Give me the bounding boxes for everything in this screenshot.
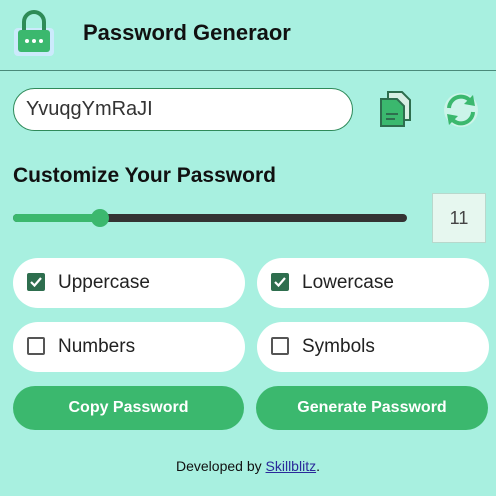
copy-icon[interactable] bbox=[378, 90, 414, 128]
footer-suffix: . bbox=[316, 458, 320, 474]
symbols-label: Symbols bbox=[302, 336, 375, 357]
customize-title: Customize Your Password bbox=[13, 164, 276, 187]
footer: Developed by Skillblitz. bbox=[0, 458, 496, 474]
lock-icon bbox=[14, 10, 54, 56]
option-symbols[interactable]: Symbols bbox=[257, 322, 489, 372]
slider-thumb[interactable] bbox=[90, 209, 109, 227]
uppercase-label: Uppercase bbox=[58, 272, 150, 293]
lowercase-checkbox[interactable] bbox=[271, 273, 289, 291]
refresh-icon[interactable] bbox=[442, 91, 480, 129]
footer-prefix: Developed by bbox=[176, 458, 266, 474]
generate-password-button[interactable]: Generate Password bbox=[256, 386, 488, 430]
option-uppercase[interactable]: Uppercase bbox=[13, 258, 245, 308]
option-numbers[interactable]: Numbers bbox=[13, 322, 245, 372]
uppercase-checkbox[interactable] bbox=[27, 273, 45, 291]
password-output-field[interactable]: YvuqgYmRaJI bbox=[13, 88, 353, 131]
copy-password-button[interactable]: Copy Password bbox=[13, 386, 244, 430]
length-value: 11 bbox=[432, 193, 486, 243]
skillblitz-link[interactable]: Skillblitz bbox=[266, 458, 317, 474]
app-title: Password Generaor bbox=[83, 20, 291, 45]
numbers-label: Numbers bbox=[58, 336, 136, 357]
app-header: Password Generaor bbox=[0, 0, 496, 71]
length-slider[interactable] bbox=[13, 209, 407, 227]
slider-fill bbox=[13, 214, 100, 222]
symbols-checkbox[interactable] bbox=[271, 337, 289, 355]
option-lowercase[interactable]: Lowercase bbox=[257, 258, 489, 308]
numbers-checkbox[interactable] bbox=[27, 337, 45, 355]
lowercase-label: Lowercase bbox=[302, 272, 394, 293]
